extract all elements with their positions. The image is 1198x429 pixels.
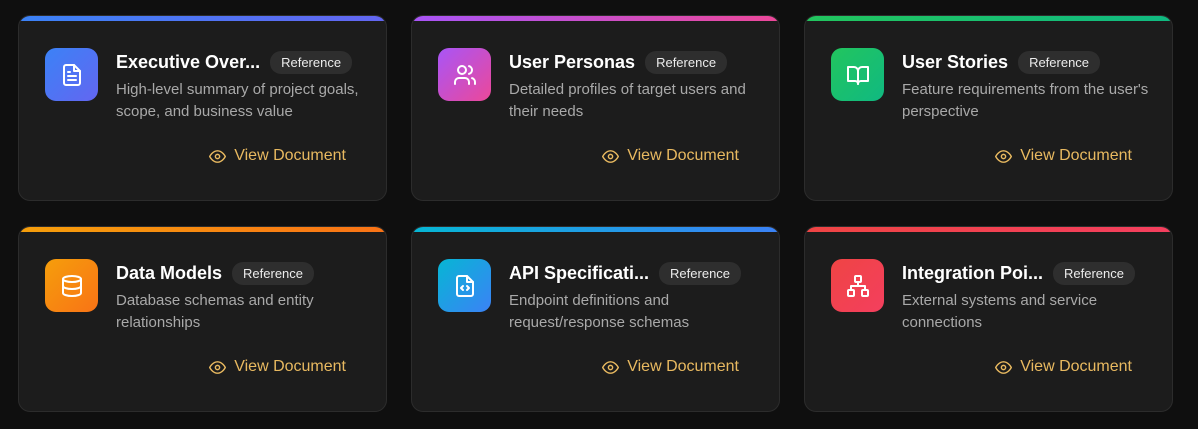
eye-icon <box>209 360 227 374</box>
view-document-label: View Document <box>1020 358 1132 375</box>
card-description: Feature requirements from the user's per… <box>902 81 1149 120</box>
card-accent-bar <box>19 16 386 21</box>
eye-icon <box>995 360 1013 374</box>
document-card-user-stories[interactable]: User Stories Reference Feature requireme… <box>804 15 1173 201</box>
card-description: External systems and service connections <box>902 292 1098 331</box>
view-document-link[interactable]: View Document <box>209 358 346 376</box>
card-description: Detailed profiles of target users and th… <box>509 81 746 120</box>
document-card-data-models[interactable]: Data Models Reference Database schemas a… <box>18 226 387 412</box>
card-header: Data Models Reference <box>116 261 366 285</box>
reference-badge: Reference <box>232 261 315 285</box>
reference-badge: Reference <box>659 261 742 285</box>
card-title: API Specificati... <box>509 262 650 283</box>
reference-badge: Reference <box>270 50 353 74</box>
database-icon <box>45 259 98 312</box>
card-title: Data Models <box>116 262 223 283</box>
eye-icon <box>602 360 620 374</box>
card-description: High-level summary of project goals, sco… <box>116 81 359 120</box>
view-document-link[interactable]: View Document <box>995 358 1132 376</box>
card-header: Integration Poi... Reference <box>902 261 1152 285</box>
document-card-user-personas[interactable]: User Personas Reference Detailed profile… <box>411 15 780 201</box>
card-title: Executive Over... <box>116 51 261 72</box>
card-accent-bar <box>805 227 1172 232</box>
view-document-link[interactable]: View Document <box>602 147 739 165</box>
view-document-label: View Document <box>627 358 739 375</box>
card-accent-bar <box>805 16 1172 21</box>
users-icon <box>438 48 491 101</box>
card-header: Executive Over... Reference <box>116 50 366 74</box>
card-title: Integration Poi... <box>902 262 1044 283</box>
view-document-link[interactable]: View Document <box>995 147 1132 165</box>
card-header: User Personas Reference <box>509 50 759 74</box>
view-document-label: View Document <box>1020 147 1132 164</box>
file-code-icon <box>438 259 491 312</box>
file-text-icon <box>45 48 98 101</box>
card-description: Database schemas and entity relationship… <box>116 292 314 331</box>
view-document-label: View Document <box>234 358 346 375</box>
document-card-api-specifications[interactable]: API Specificati... Reference Endpoint de… <box>411 226 780 412</box>
card-accent-bar <box>19 227 386 232</box>
network-icon <box>831 259 884 312</box>
card-header: API Specificati... Reference <box>509 261 759 285</box>
eye-icon <box>602 149 620 163</box>
view-document-label: View Document <box>627 147 739 164</box>
card-title: User Personas <box>509 51 636 72</box>
document-card-integration-points[interactable]: Integration Poi... Reference External sy… <box>804 226 1173 412</box>
card-accent-bar <box>412 227 779 232</box>
document-card-executive-overview[interactable]: Executive Over... Reference High-level s… <box>18 15 387 201</box>
eye-icon <box>995 149 1013 163</box>
card-title: User Stories <box>902 51 1009 72</box>
reference-badge: Reference <box>645 50 728 74</box>
card-accent-bar <box>412 16 779 21</box>
reference-badge: Reference <box>1018 50 1101 74</box>
view-document-link[interactable]: View Document <box>602 358 739 376</box>
reference-badge: Reference <box>1053 261 1135 285</box>
document-grid: Executive Over... Reference High-level s… <box>0 0 1198 429</box>
view-document-label: View Document <box>234 147 346 164</box>
card-header: User Stories Reference <box>902 50 1152 74</box>
card-description: Endpoint definitions and request/respons… <box>509 292 690 331</box>
view-document-link[interactable]: View Document <box>209 147 346 165</box>
book-open-icon <box>831 48 884 101</box>
eye-icon <box>209 149 227 163</box>
